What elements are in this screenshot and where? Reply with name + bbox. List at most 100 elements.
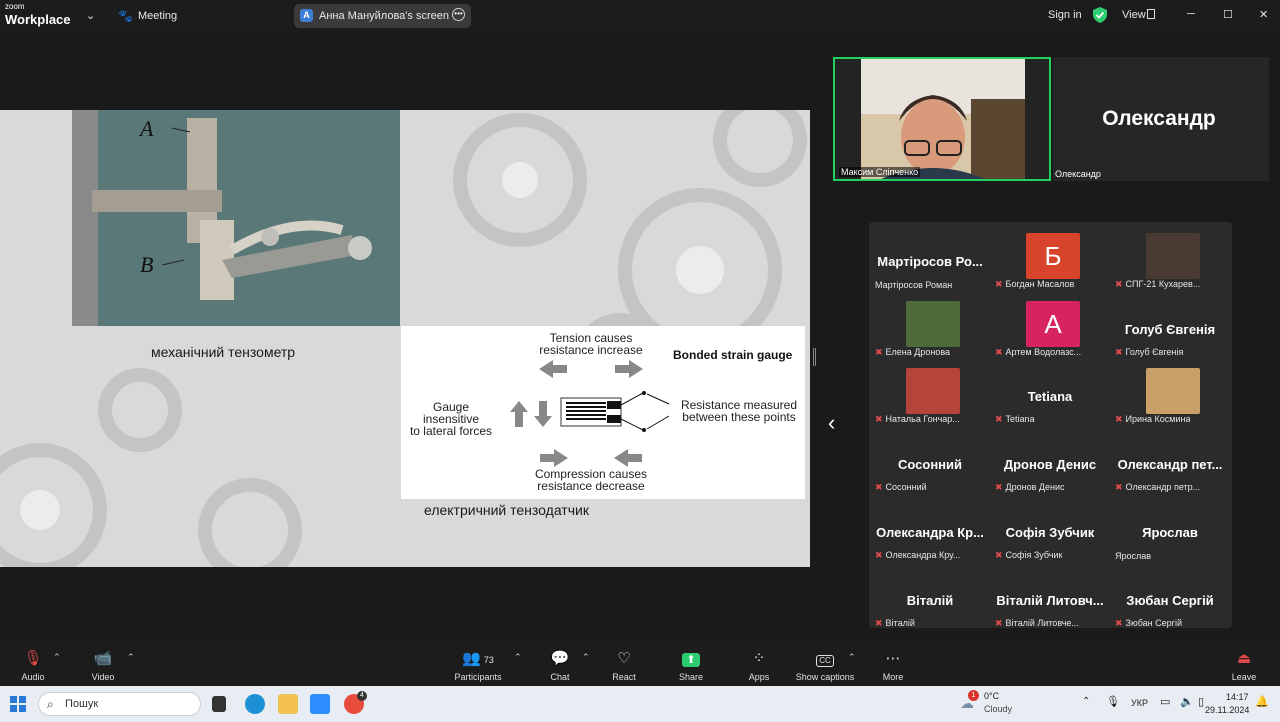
gallery-cell[interactable]: Віталій Литовч... ✖ Віталій Литовче...	[991, 566, 1109, 632]
maximize-button[interactable]: ☐	[1223, 8, 1233, 21]
avatar: А	[1026, 301, 1080, 347]
gallery-cell[interactable]: Софія Зубчик ✖ Софія Зубчик	[991, 498, 1109, 564]
battery-icon[interactable]: ▯	[1198, 695, 1204, 708]
clock-time[interactable]: 14:17	[1226, 692, 1249, 702]
video-options-caret-icon[interactable]: ⌃	[127, 652, 135, 663]
splitter-handle[interactable]	[813, 348, 816, 366]
gallery-cell[interactable]: Мартіросов Ро... Мартіросов Роман	[871, 227, 989, 293]
mic-muted-icon: ✖	[875, 347, 883, 357]
gallery-name-text: Богдан Масалов	[1005, 279, 1075, 289]
gallery-name-text: Віталій	[885, 618, 915, 628]
mic-muted-icon: ✖	[875, 414, 883, 424]
view-button[interactable]: View	[1122, 9, 1146, 21]
active-speaker-tile[interactable]: Максим Сліпченко	[833, 57, 1051, 181]
video-button[interactable]: 📹 Video	[82, 642, 124, 686]
gallery-cell[interactable]: Б ✖ Богдан Масалов	[991, 227, 1109, 293]
zoom-app-icon[interactable]	[310, 694, 330, 714]
apps-icon: ⁘	[752, 650, 766, 667]
chevron-down-icon[interactable]: ⌄	[86, 9, 95, 22]
audio-options-caret-icon[interactable]: ⌃	[53, 652, 61, 663]
clock-date[interactable]: 29.11.2024	[1205, 705, 1249, 715]
react-button[interactable]: ♡ React	[604, 642, 644, 686]
edge-icon[interactable]	[245, 694, 265, 714]
logo-bottom-text: Workplace	[5, 12, 71, 27]
gallery-name-text: Мартіросов Роман	[875, 280, 953, 290]
task-view-icon[interactable]	[212, 696, 226, 712]
shield-icon[interactable]	[1093, 7, 1107, 23]
avatar	[906, 301, 960, 347]
gallery-big-name: Сосонний	[897, 457, 963, 472]
video-off-icon: 📹	[93, 650, 113, 667]
notification-bell-icon[interactable]: 🔔	[1255, 695, 1269, 708]
audio-button[interactable]: 🎙 Audio	[12, 642, 54, 686]
video-label: Video	[91, 672, 115, 682]
gallery-cell[interactable]: Ярослав Ярослав	[1111, 498, 1229, 564]
gallery-cell[interactable]: Олександр пет... ✖ Олександр петр...	[1111, 430, 1229, 496]
screen-share-pill[interactable]: A Анна Мануйлова's screen •••	[294, 4, 471, 28]
share-icon: ⬆	[671, 646, 711, 672]
gallery-cell[interactable]: Tetiana ✖ Tetiana	[991, 362, 1109, 428]
share-button[interactable]: ⬆ Share	[671, 642, 711, 686]
more-options-icon[interactable]: •••	[452, 8, 465, 21]
more-button[interactable]: ⋯ More	[873, 642, 913, 686]
microphone-icon[interactable]: 🎙	[1106, 695, 1120, 708]
gallery-cell[interactable]: ✖ Ирина Космина	[1111, 362, 1229, 428]
avatar	[1146, 233, 1200, 279]
gallery-cell[interactable]: Дронов Денис ✖ Дронов Денис	[991, 430, 1109, 496]
sign-in-button[interactable]: Sign in	[1048, 9, 1082, 21]
participants-button[interactable]: 👥 73 Participants	[448, 642, 508, 686]
gallery-name-label: ✖ Сосонний	[875, 482, 927, 493]
shared-screen: A B механічний тензометр електричний тен…	[0, 110, 810, 567]
mic-muted-icon: ✖	[995, 550, 1003, 560]
captions-button[interactable]: CC Show captions	[792, 642, 858, 686]
windows-taskbar: ⌕ Пошук 4 ☁ 1 0°C Cloudy ⌃ 🎙 УКР ▭ 🔈 ▯ 1…	[0, 686, 1280, 722]
mic-muted-icon: ✖	[1115, 279, 1123, 289]
screen-share-label: Анна Мануйлова's screen	[319, 10, 449, 22]
strain-gauge-diagram: Tension causes resistance increase Bonde…	[401, 326, 805, 499]
gallery-name-label: ✖ Олександр петр...	[1115, 482, 1200, 493]
active-speaker-name: Максим Сліпченко	[839, 167, 921, 177]
gallery-cell[interactable]: ✖ Елена Дронова	[871, 295, 989, 361]
meeting-toolbar: 🎙 Audio ⌃ 📹 Video ⌃ 👥 73 Participants ⌃ 💬…	[0, 642, 1280, 686]
gallery-name-text: Голуб Євгенія	[1125, 347, 1184, 357]
chat-button[interactable]: 💬 Chat	[540, 642, 580, 686]
gallery-name-label: ✖ Богдан Масалов	[995, 279, 1074, 290]
captions-options-caret-icon[interactable]: ⌃	[848, 652, 856, 663]
file-explorer-icon[interactable]	[278, 694, 298, 714]
gallery-cell[interactable]: Олександра Кр... ✖ Олександра Кру...	[871, 498, 989, 564]
photo-label-b: B	[140, 252, 154, 277]
chat-options-caret-icon[interactable]: ⌃	[582, 652, 590, 663]
gallery-name-label: ✖ Зюбан Сергій	[1115, 618, 1182, 629]
chat-label: Chat	[550, 672, 570, 682]
weather-temp: 0°C	[984, 691, 1000, 701]
gallery-name-label: Ярослав	[1115, 551, 1151, 561]
leave-button[interactable]: ⏏ Leave	[1224, 642, 1264, 686]
gallery-cell[interactable]: А ✖ Артем Водолазс...	[991, 295, 1109, 361]
language-indicator[interactable]: УКР	[1131, 698, 1148, 708]
taskbar-search[interactable]: ⌕ Пошук	[38, 692, 201, 716]
participant-tile-oleksandr[interactable]: Олександр Олександр	[1053, 57, 1269, 181]
chevron-left-icon[interactable]: ‹	[828, 410, 835, 436]
gallery-cell[interactable]: ✖ СПГ-21 Кухарев...	[1111, 227, 1229, 293]
participants-icon: 👥 73	[462, 650, 494, 667]
more-label: More	[882, 672, 904, 682]
gallery-cell[interactable]: Голуб Євгенія ✖ Голуб Євгенія	[1111, 295, 1229, 361]
chevron-up-icon[interactable]: ⌃	[1082, 696, 1090, 707]
close-button[interactable]: ✕	[1259, 8, 1268, 21]
volume-icon[interactable]: 🔈	[1180, 695, 1194, 708]
gallery-cell[interactable]: ✖ Натальа Гончар...	[871, 362, 989, 428]
network-icon[interactable]: ▭	[1160, 695, 1170, 708]
gallery-big-name: Ярослав	[1142, 525, 1198, 540]
apps-button[interactable]: ⁘ Apps	[739, 642, 779, 686]
resistance-points-text: Resistance measured between these points	[677, 399, 801, 423]
gallery-cell[interactable]: Сосонний ✖ Сосонний	[871, 430, 989, 496]
gallery-cell[interactable]: Зюбан Сергій ✖ Зюбан Сергій	[1111, 566, 1229, 632]
mic-muted-icon: ✖	[875, 482, 883, 492]
participants-label: Participants	[454, 672, 502, 682]
windows-start-icon[interactable]	[10, 696, 26, 712]
participants-options-caret-icon[interactable]: ⌃	[514, 652, 522, 663]
meeting-label[interactable]: Meeting	[138, 10, 177, 22]
gallery-cell[interactable]: Віталій ✖ Віталій	[871, 566, 989, 632]
minimize-button[interactable]: ─	[1187, 8, 1195, 20]
mic-muted-icon: ✖	[1115, 347, 1123, 357]
